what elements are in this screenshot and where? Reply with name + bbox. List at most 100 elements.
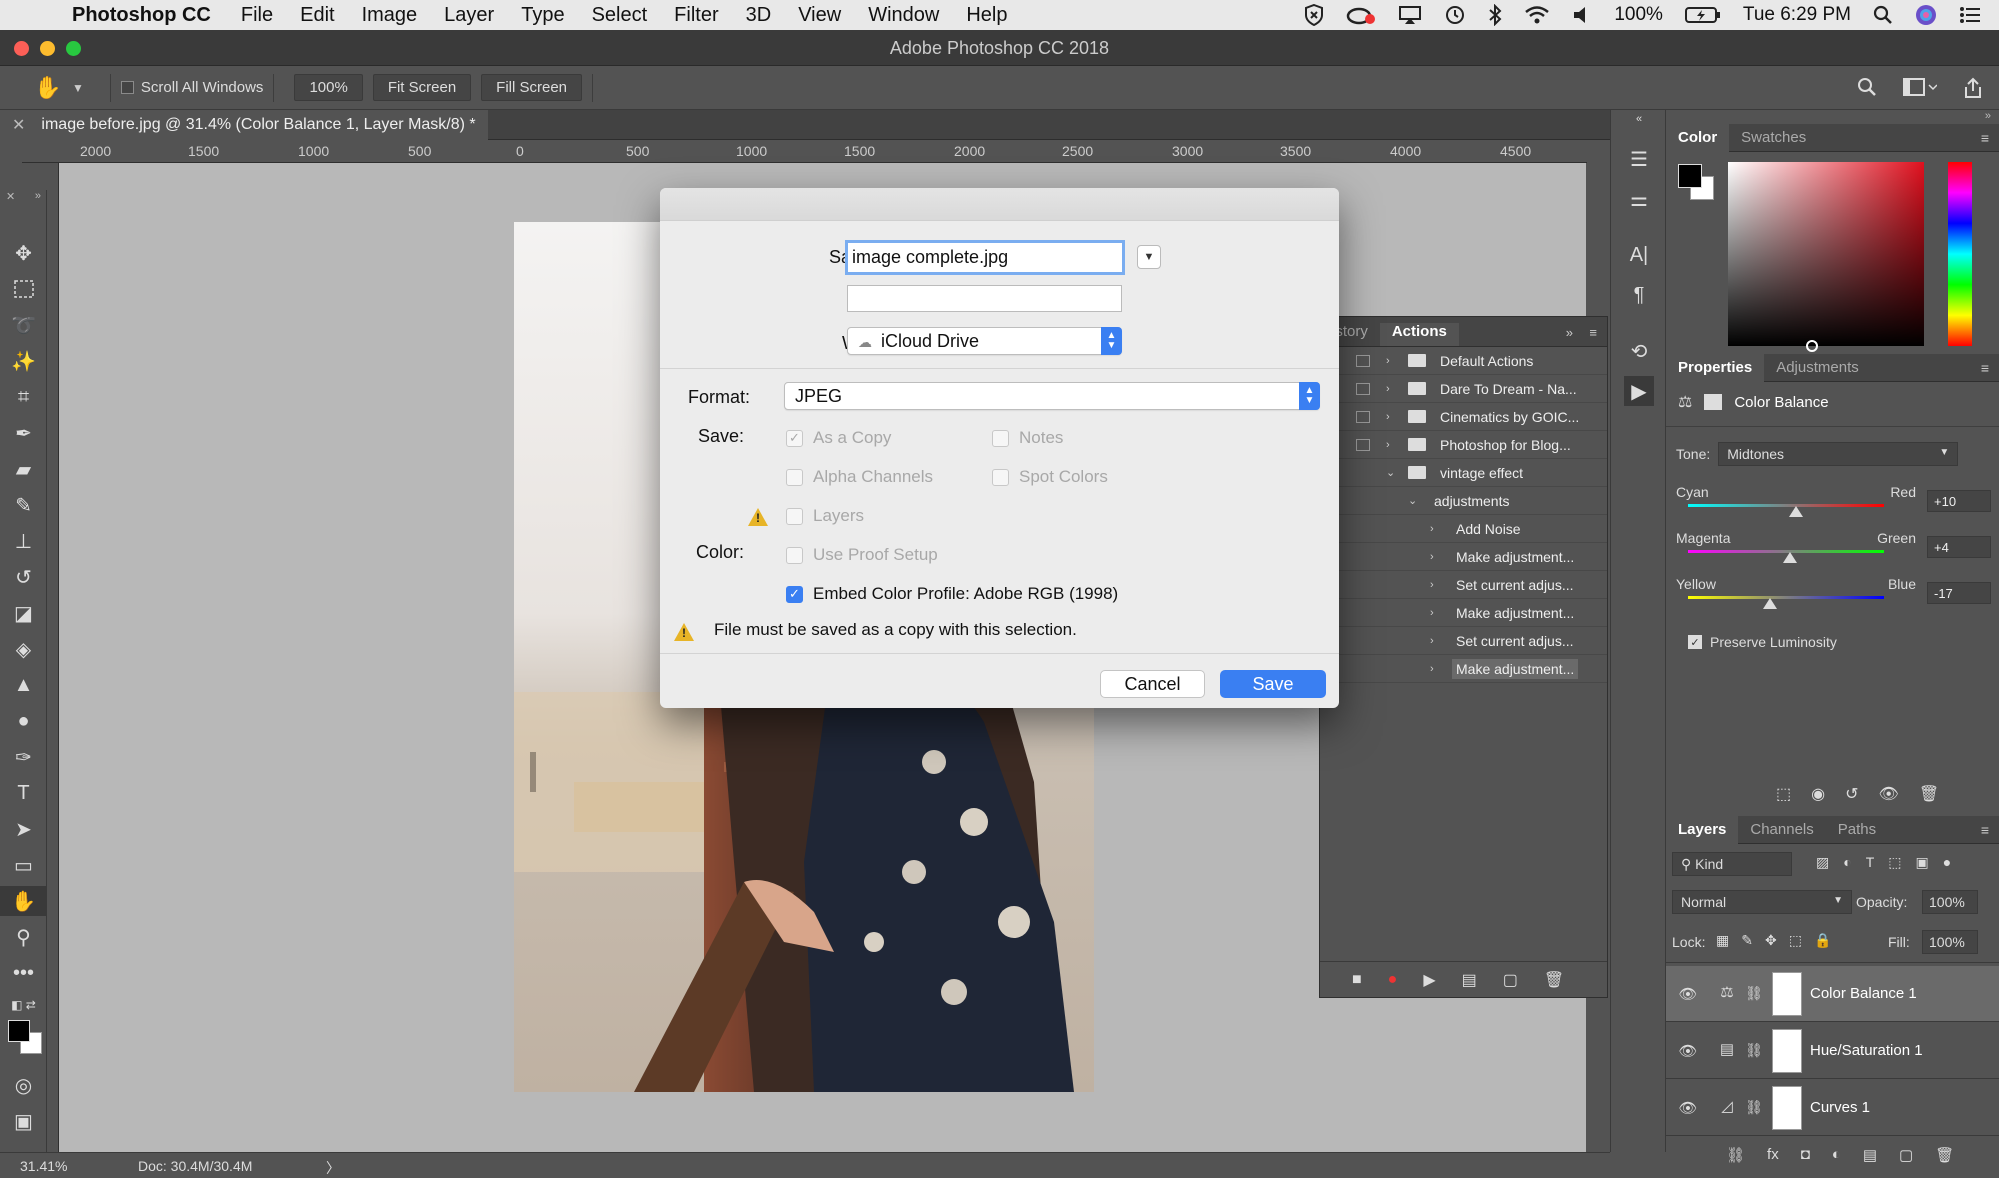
marquee-tool-icon[interactable] — [0, 274, 47, 304]
tab-color[interactable]: Color — [1666, 123, 1730, 152]
brush-settings-icon[interactable]: ☰ — [1624, 144, 1654, 174]
paragraph-panel-icon[interactable]: ¶ — [1624, 280, 1654, 310]
move-tool-icon[interactable]: ✥ — [0, 238, 47, 268]
save-button[interactable]: Save — [1220, 670, 1326, 698]
mask-link-icon[interactable]: ⛓ — [1744, 1099, 1764, 1116]
action-row[interactable]: › Make adjustment... — [1320, 655, 1607, 683]
action-row[interactable]: › Set current adjus... — [1320, 571, 1607, 599]
play-icon[interactable]: ▶ — [1423, 970, 1435, 990]
action-row[interactable]: › Dare To Dream - Na... — [1320, 375, 1607, 403]
time-machine-icon[interactable] — [1444, 4, 1466, 26]
slider-thumb[interactable] — [1763, 598, 1778, 609]
panel-menu-icon[interactable]: ≡ — [1981, 130, 1989, 146]
pixel-filter-icon[interactable]: ▨ — [1816, 854, 1829, 871]
layer-row[interactable]: 👁 ⚖ ⛓ Color Balance 1 — [1666, 966, 1999, 1022]
spot-colors-checkbox[interactable]: Spot Colors — [992, 467, 1108, 487]
expand-icon[interactable]: » — [1566, 325, 1573, 340]
adjustment-filter-icon[interactable]: ◐ — [1843, 854, 1851, 871]
layer-name[interactable]: Curves 1 — [1810, 1099, 1870, 1116]
path-selection-tool-icon[interactable]: ➤ — [0, 814, 47, 844]
action-row[interactable]: › Cinematics by GOIC... — [1320, 403, 1607, 431]
creative-cloud-icon[interactable] — [1346, 5, 1376, 25]
embed-color-profile-checkbox[interactable]: ✓ Embed Color Profile: Adobe RGB (1998) — [786, 584, 1118, 604]
lasso-tool-icon[interactable]: ➰ — [0, 310, 47, 340]
chevron-right-icon[interactable]: › — [1430, 523, 1452, 535]
tags-field[interactable] — [847, 285, 1122, 312]
balance-icon[interactable]: ⚖ — [1710, 983, 1744, 1005]
menu-select[interactable]: Select — [592, 4, 648, 27]
tone-select[interactable]: Midtones ▼ — [1718, 442, 1959, 466]
eraser-tool-icon[interactable]: ◪ — [0, 598, 47, 628]
slider-value-field[interactable]: +10 — [1927, 490, 1991, 512]
menu-layer[interactable]: Layer — [444, 4, 494, 27]
menu-type[interactable]: Type — [521, 4, 564, 27]
fill-field[interactable]: 100% — [1922, 930, 1978, 954]
paint-bucket-tool-icon[interactable]: ◈ — [0, 634, 47, 664]
layer-mask-thumbnail[interactable] — [1772, 971, 1802, 1016]
where-select[interactable]: ☁ iCloud Drive ▲ ▼ — [847, 327, 1122, 355]
slider-track[interactable] — [1688, 504, 1884, 507]
view-previous-icon[interactable]: ◉ — [1811, 784, 1825, 804]
filter-toggle-icon[interactable]: ● — [1943, 854, 1951, 871]
layer-row[interactable]: 👁 ▤ ⛓ Hue/Saturation 1 — [1666, 1023, 1999, 1079]
shield-icon[interactable] — [1304, 4, 1324, 26]
format-select[interactable]: JPEG ▲ ▼ — [784, 382, 1320, 410]
link-layers-icon[interactable]: ⛓ — [1726, 1146, 1745, 1164]
dialog-toggle-cell[interactable] — [1348, 354, 1378, 367]
menu-image[interactable]: Image — [362, 4, 418, 27]
cancel-button[interactable]: Cancel — [1100, 670, 1205, 698]
action-row[interactable]: › Make adjustment... — [1320, 543, 1607, 571]
quick-mask-icon[interactable]: ◎ — [0, 1070, 47, 1100]
layer-name[interactable]: Color Balance 1 — [1810, 985, 1917, 1002]
action-row[interactable]: › Default Actions — [1320, 347, 1607, 375]
hand-tool-preset-icon[interactable]: ✋ — [26, 73, 70, 103]
delete-icon[interactable]: 🗑 — [1919, 784, 1939, 804]
chevron-right-icon[interactable]: › — [1386, 383, 1408, 395]
new-action-icon[interactable]: ▢ — [1503, 970, 1518, 990]
layer-name[interactable]: Hue/Saturation 1 — [1810, 1042, 1923, 1059]
menu-app-name[interactable]: Photoshop CC — [72, 4, 211, 27]
lock-artboard-icon[interactable]: ⬚ — [1789, 932, 1802, 949]
share-icon[interactable] — [1963, 77, 1983, 99]
color-foreground-swatch[interactable] — [1678, 164, 1702, 188]
lock-position-icon[interactable]: ✥ — [1765, 932, 1777, 949]
tab-channels[interactable]: Channels — [1738, 816, 1825, 844]
action-row[interactable]: ⌄ adjustments — [1320, 487, 1607, 515]
blend-mode-select[interactable]: Normal ▼ — [1672, 890, 1852, 914]
new-set-icon[interactable]: ▤ — [1462, 970, 1477, 990]
chevron-right-icon[interactable]: › — [1430, 579, 1452, 591]
type-filter-icon[interactable]: T — [1866, 854, 1875, 871]
chevron-right-icon[interactable]: › — [1430, 551, 1452, 563]
chevron-right-icon[interactable]: › — [1430, 663, 1452, 675]
dialog-toggle-cell[interactable] — [1348, 438, 1378, 451]
visibility-eye-icon[interactable]: 👁 — [1666, 1042, 1710, 1060]
menu-file[interactable]: File — [241, 4, 273, 27]
rectangle-tool-icon[interactable]: ▭ — [0, 850, 47, 880]
use-proof-setup-checkbox[interactable]: Use Proof Setup — [786, 545, 938, 565]
screen-mode-icon[interactable]: ▣ — [0, 1106, 47, 1136]
zoom-readout[interactable]: 31.41% — [20, 1158, 67, 1174]
mask-icon[interactable] — [1704, 394, 1723, 410]
action-row[interactable]: › Make adjustment... — [1320, 599, 1607, 627]
default-colors-icon[interactable]: ◧ ⇄ — [0, 990, 47, 1020]
notification-center-icon[interactable] — [1959, 6, 1981, 24]
reset-icon[interactable]: ↺ — [1845, 784, 1858, 804]
menu-window[interactable]: Window — [868, 4, 939, 27]
character-panel-icon[interactable]: A| — [1624, 240, 1654, 270]
slider-thumb[interactable] — [1782, 552, 1797, 563]
type-tool-icon[interactable]: T — [0, 778, 47, 808]
color-picker-field[interactable] — [1728, 162, 1924, 352]
bluetooth-icon[interactable] — [1488, 4, 1502, 26]
foreground-color-swatch[interactable] — [8, 1020, 30, 1042]
brush-tool-icon[interactable]: ✎ — [0, 490, 47, 520]
action-row[interactable]: › Photoshop for Blog... — [1320, 431, 1607, 459]
add-mask-icon[interactable]: ◘ — [1801, 1146, 1810, 1164]
magic-wand-tool-icon[interactable]: ✨ — [0, 346, 47, 376]
color-picker-marker[interactable] — [1806, 340, 1818, 352]
visibility-eye-icon[interactable]: 👁 — [1666, 1099, 1710, 1117]
status-chevron-icon[interactable]: 〉 — [326, 1158, 340, 1178]
siri-icon[interactable] — [1915, 4, 1937, 26]
notes-checkbox[interactable]: Notes — [992, 428, 1063, 448]
menu-edit[interactable]: Edit — [300, 4, 334, 27]
chevron-down-icon[interactable]: ⌄ — [1386, 466, 1408, 479]
